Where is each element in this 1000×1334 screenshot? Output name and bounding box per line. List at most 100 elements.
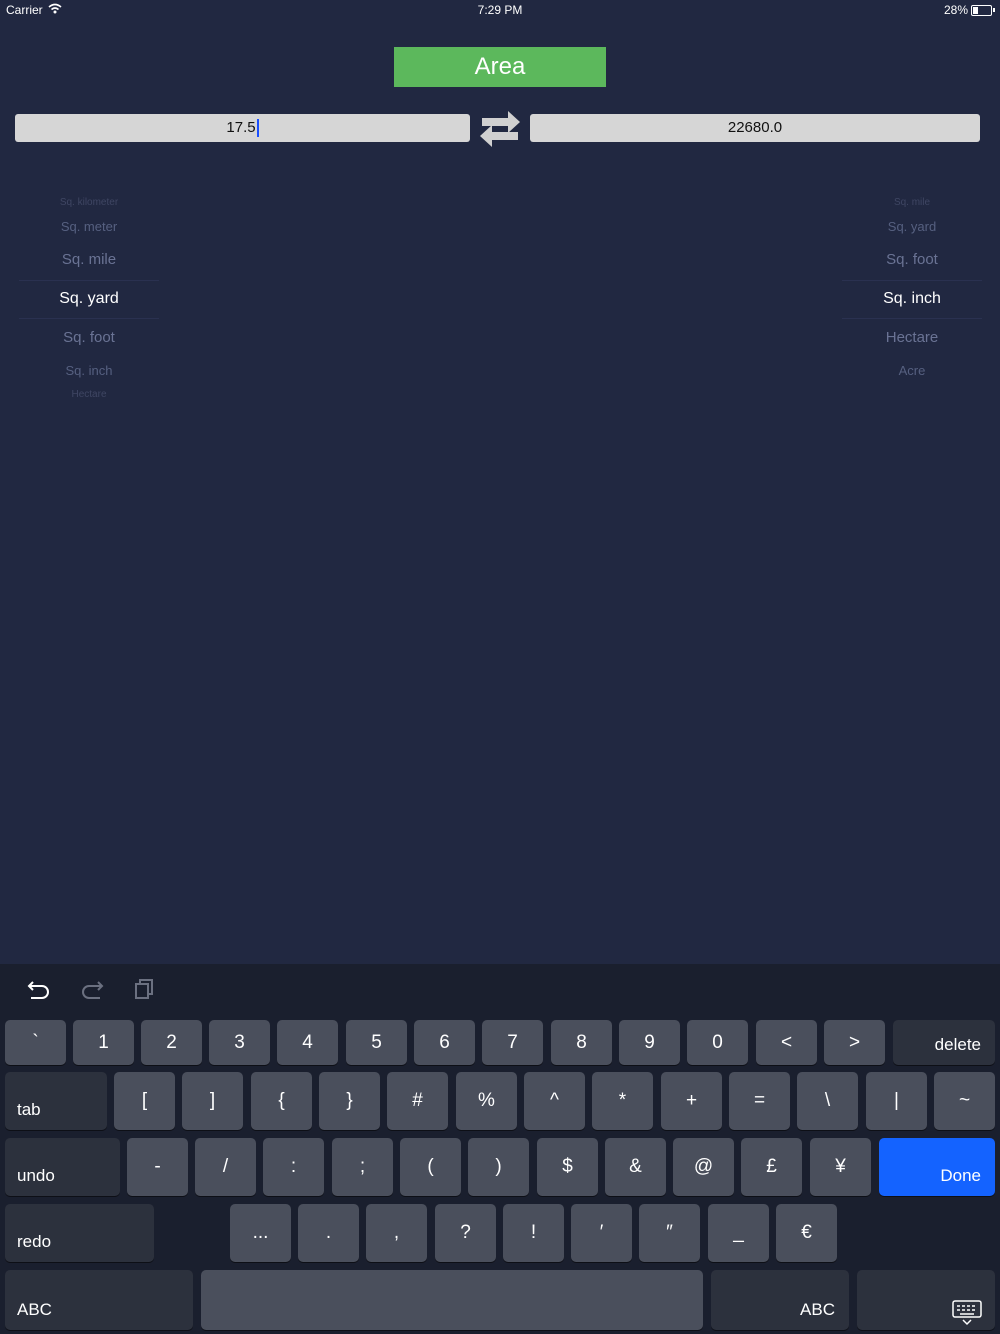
keyboard-key[interactable]: % xyxy=(456,1072,517,1130)
undo-key[interactable]: undo xyxy=(5,1138,120,1196)
picker-item[interactable]: Sq. kilometer xyxy=(9,197,169,208)
keyboard-key[interactable]: + xyxy=(661,1072,722,1130)
key-label: ~ xyxy=(958,1090,971,1111)
keyboard-key[interactable]: 5 xyxy=(346,1020,407,1065)
keyboard-key[interactable]: @ xyxy=(673,1138,734,1196)
picker-item[interactable]: Sq. meter xyxy=(9,219,169,234)
keyboard-key[interactable]: # xyxy=(387,1072,448,1130)
picker-item[interactable]: Sq. foot xyxy=(832,251,992,268)
key-label: > xyxy=(848,1032,861,1053)
keyboard-dismiss-icon[interactable] xyxy=(952,1300,982,1326)
key-label: ′ xyxy=(599,1222,604,1243)
picker-item-selected[interactable]: Sq. yard xyxy=(9,290,169,308)
space-key[interactable] xyxy=(201,1270,703,1330)
keyboard-key[interactable]: * xyxy=(592,1072,653,1130)
picker-item[interactable]: Acre xyxy=(832,363,992,378)
keyboard-key[interactable]: 6 xyxy=(414,1020,475,1065)
keyboard-key[interactable]: < xyxy=(756,1020,817,1065)
to-value-text: 22680.0 xyxy=(727,119,783,136)
key-label: & xyxy=(629,1156,642,1177)
key-label: + xyxy=(685,1090,698,1111)
battery-icon xyxy=(971,5,992,16)
key-label: ) xyxy=(495,1156,502,1177)
to-unit-picker[interactable]: Sq. mile Sq. yard Sq. foot Sq. inch Hect… xyxy=(832,190,992,410)
keyboard-key[interactable]: : xyxy=(263,1138,324,1196)
keyboard-key[interactable]: 3 xyxy=(209,1020,270,1065)
keyboard-key[interactable]: 8 xyxy=(551,1020,612,1065)
key-label: = xyxy=(753,1090,766,1111)
redo-key[interactable]: redo xyxy=(5,1204,154,1262)
key-label: ABC xyxy=(800,1300,835,1319)
undo-icon[interactable] xyxy=(27,978,51,1000)
key-label: Done xyxy=(940,1166,981,1185)
keyboard-key[interactable]: 0 xyxy=(687,1020,748,1065)
keyboard-key[interactable]: 7 xyxy=(482,1020,543,1065)
keyboard-key[interactable]: ~ xyxy=(934,1072,995,1130)
picker-item[interactable]: Sq. foot xyxy=(9,329,169,346)
key-label: tab xyxy=(17,1100,41,1119)
keyboard-key[interactable]: [ xyxy=(114,1072,175,1130)
keyboard-key[interactable]: ′ xyxy=(571,1204,632,1262)
keyboard-key[interactable]: ! xyxy=(503,1204,564,1262)
tab-key[interactable]: tab xyxy=(5,1072,107,1130)
keyboard-key[interactable]: ? xyxy=(435,1204,496,1262)
keyboard-key[interactable]: € xyxy=(776,1204,837,1262)
keyboard-key[interactable]: ] xyxy=(182,1072,243,1130)
key-label: undo xyxy=(17,1166,55,1185)
keyboard-key[interactable]: 2 xyxy=(141,1020,202,1065)
from-value-field[interactable]: 17.5 xyxy=(15,114,470,142)
key-label: ( xyxy=(427,1156,434,1177)
keyboard-key[interactable]: 4 xyxy=(277,1020,338,1065)
key-label: 8 xyxy=(576,1032,587,1053)
to-value-field[interactable]: 22680.0 xyxy=(530,114,980,142)
keyboard-key[interactable]: | xyxy=(866,1072,927,1130)
picker-item[interactable]: Hectare xyxy=(832,329,992,346)
keyboard-key[interactable]: = xyxy=(729,1072,790,1130)
keyboard-key[interactable]: { xyxy=(251,1072,312,1130)
key-label: 5 xyxy=(371,1032,382,1053)
keyboard-key[interactable]: ` xyxy=(5,1020,66,1065)
keyboard-key[interactable]: } xyxy=(319,1072,380,1130)
picker-item[interactable]: Sq. mile xyxy=(9,251,169,268)
keyboard-key[interactable]: $ xyxy=(537,1138,598,1196)
keyboard-key[interactable]: ... xyxy=(230,1204,291,1262)
keyboard-key[interactable]: ) xyxy=(468,1138,529,1196)
from-unit-picker[interactable]: Sq. kilometer Sq. meter Sq. mile Sq. yar… xyxy=(9,190,169,410)
delete-key[interactable]: delete xyxy=(893,1020,995,1065)
keyboard-key[interactable]: 1 xyxy=(73,1020,134,1065)
keyboard-key[interactable]: 9 xyxy=(619,1020,680,1065)
key-label: $ xyxy=(562,1156,573,1177)
keyboard-key[interactable]: & xyxy=(605,1138,666,1196)
keyboard-key[interactable]: / xyxy=(195,1138,256,1196)
redo-icon[interactable] xyxy=(80,978,104,1000)
key-label: 3 xyxy=(234,1032,245,1053)
key-label: ... xyxy=(252,1222,269,1243)
category-title-button[interactable]: Area xyxy=(394,47,606,87)
keyboard-key[interactable]: ; xyxy=(332,1138,393,1196)
keyboard-key[interactable]: ( xyxy=(400,1138,461,1196)
keyboard-key[interactable]: \ xyxy=(797,1072,858,1130)
key-label: ? xyxy=(460,1222,471,1243)
paste-icon[interactable] xyxy=(133,978,155,1000)
picker-item[interactable]: Sq. inch xyxy=(9,363,169,378)
picker-item[interactable]: Hectare xyxy=(9,389,169,400)
abc-key-right[interactable]: ABC xyxy=(711,1270,849,1330)
picker-item-selected[interactable]: Sq. inch xyxy=(832,290,992,308)
keyboard-key[interactable]: ¥ xyxy=(810,1138,871,1196)
keyboard-key[interactable]: ^ xyxy=(524,1072,585,1130)
keyboard-key[interactable]: > xyxy=(824,1020,885,1065)
keyboard-key[interactable]: £ xyxy=(741,1138,802,1196)
keyboard-key[interactable]: _ xyxy=(708,1204,769,1262)
keyboard-key[interactable]: . xyxy=(298,1204,359,1262)
key-label: 6 xyxy=(439,1032,450,1053)
swap-arrows-icon[interactable] xyxy=(478,108,522,150)
key-label: \ xyxy=(824,1090,831,1111)
keyboard-key[interactable]: ″ xyxy=(639,1204,700,1262)
abc-key-left[interactable]: ABC xyxy=(5,1270,193,1330)
keyboard-key[interactable]: - xyxy=(127,1138,188,1196)
key-label: 9 xyxy=(644,1032,655,1053)
picker-item[interactable]: Sq. yard xyxy=(832,219,992,234)
done-key[interactable]: Done xyxy=(879,1138,995,1196)
keyboard-key[interactable]: , xyxy=(366,1204,427,1262)
picker-item[interactable]: Sq. mile xyxy=(832,197,992,208)
